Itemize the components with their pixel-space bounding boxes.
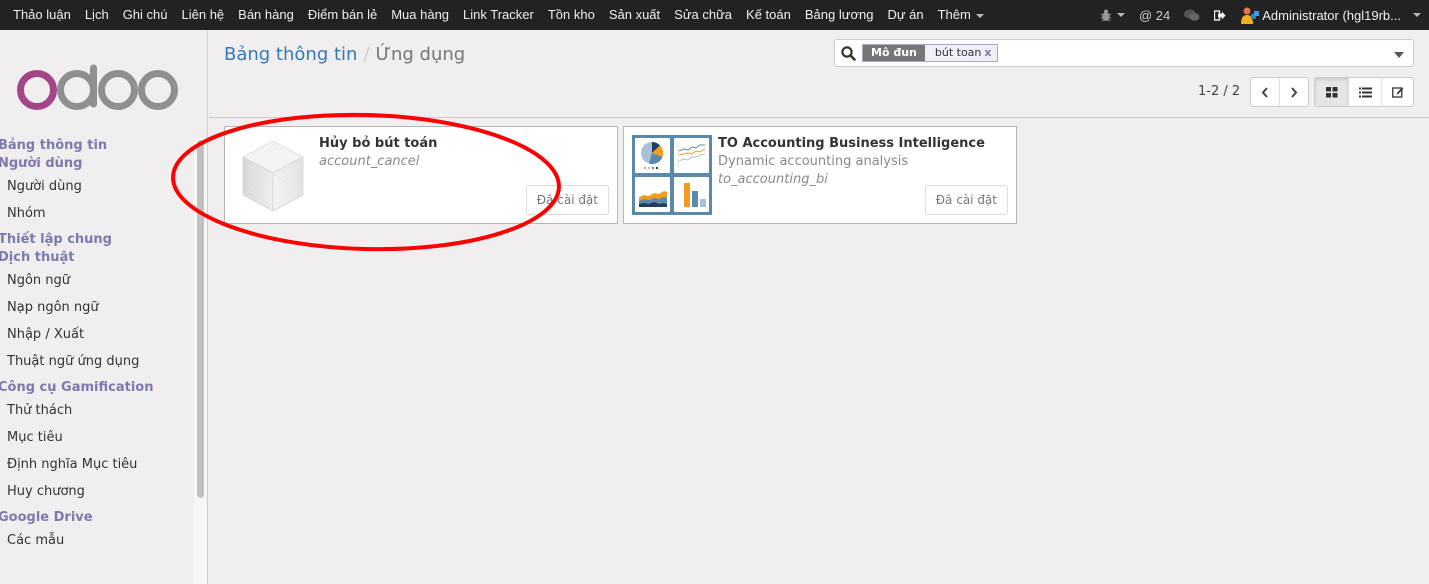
control-panel: Bảng thông tin / Ứng dụng Mô đun bút toan x…	[209, 30, 1429, 118]
menu-link-tracker[interactable]: Link Tracker	[456, 0, 541, 30]
pager-next-button[interactable]	[1279, 78, 1308, 106]
facet-remove-button[interactable]: x	[984, 46, 991, 59]
menu-more[interactable]: Thêm	[931, 0, 991, 30]
chevron-right-icon	[1291, 86, 1298, 98]
search-icon	[841, 46, 856, 61]
facet-value: bút toan x	[924, 45, 997, 61]
installed-button[interactable]: Đã cài đặt	[525, 185, 609, 215]
odoo-logo-icon	[17, 64, 178, 110]
installed-button[interactable]: Đã cài đặt	[924, 185, 1008, 215]
module-technical-name: account_cancel	[319, 154, 420, 169]
menu-purchase[interactable]: Mua hàng	[384, 0, 456, 30]
systray: @ 24 Administrator (hgl19rb...	[1086, 0, 1421, 30]
menu-notes[interactable]: Ghi chú	[116, 0, 175, 30]
module-title: Hủy bỏ bút toán	[319, 136, 438, 151]
odoo-logo[interactable]	[14, 60, 184, 116]
main-menu: Thảo luận Lịch Ghi chú Liên hệ Bán hàng …	[6, 0, 991, 30]
menu-project[interactable]: Dự án	[880, 0, 930, 30]
top-navbar: Thảo luận Lịch Ghi chú Liên hệ Bán hàng …	[0, 0, 1429, 30]
module-card[interactable]: Hủy bỏ bút toán account_cancel Đã cài đặ…	[224, 126, 618, 224]
logout-button[interactable]	[1214, 9, 1226, 21]
chevron-down-icon	[975, 13, 984, 18]
breadcrumb: Bảng thông tin / Ứng dụng	[224, 44, 465, 65]
search-options-toggle[interactable]	[1394, 52, 1404, 58]
pager-buttons	[1250, 77, 1309, 107]
sidebar-scrollbar[interactable]	[194, 138, 207, 584]
mentions-counter[interactable]: @ 24	[1139, 8, 1170, 23]
menu-sales[interactable]: Bán hàng	[231, 0, 301, 30]
sidebar-item-import-export[interactable]: Nhập / Xuất	[0, 321, 196, 348]
kanban-grid-icon	[1325, 86, 1337, 97]
user-name: Administrator (hgl19rb...	[1262, 7, 1401, 23]
sidebar-item-challenges[interactable]: Thử thách	[0, 397, 196, 424]
menu-inventory[interactable]: Tồn kho	[541, 0, 602, 30]
sidebar-header-translations: Dịch thuật	[0, 250, 75, 265]
chevron-left-icon	[1261, 86, 1268, 98]
chevron-down-icon	[1116, 13, 1125, 17]
pager-previous-button[interactable]	[1251, 78, 1279, 106]
chevron-down-icon	[1413, 13, 1421, 17]
breadcrumb-dashboard[interactable]: Bảng thông tin	[224, 44, 357, 65]
bug-icon	[1100, 9, 1112, 21]
module-card[interactable]: TO Accounting Business Intelligence Dyna…	[623, 126, 1017, 224]
user-menu[interactable]: Administrator (hgl19rb...	[1240, 6, 1421, 24]
sidebar-item-badges[interactable]: Huy chương	[0, 478, 196, 505]
form-view-button[interactable]	[1381, 78, 1413, 106]
sidebar-item-load-language[interactable]: Nạp ngôn ngữ	[0, 294, 196, 321]
list-icon	[1358, 87, 1372, 97]
sidebar-nav: Bảng thông tin Người dùng Người dùng Nhó…	[0, 137, 196, 554]
sign-out-icon	[1214, 9, 1226, 21]
sidebar-header-google-drive: Google Drive	[0, 510, 93, 525]
menu-accounting[interactable]: Kế toán	[739, 0, 798, 30]
charts-icon	[632, 135, 712, 215]
edit-icon	[1391, 87, 1403, 98]
breadcrumb-current: Ứng dụng	[375, 44, 466, 65]
view-switcher	[1314, 77, 1414, 107]
list-view-button[interactable]	[1348, 78, 1381, 106]
scrollbar-thumb[interactable]	[197, 140, 204, 498]
sidebar: Bảng thông tin Người dùng Người dùng Nhó…	[0, 30, 208, 584]
menu-contacts[interactable]: Liên hệ	[175, 0, 232, 30]
sidebar-header-general-settings[interactable]: Thiết lập chung	[0, 231, 196, 249]
breadcrumb-separator: /	[363, 44, 370, 65]
chat-bubbles-icon	[1184, 9, 1200, 21]
module-summary: Dynamic accounting analysis	[718, 154, 909, 169]
menu-manufacturing[interactable]: Sản xuất	[602, 0, 667, 30]
menu-more-label: Thêm	[937, 7, 971, 22]
module-technical-name: to_accounting_bi	[718, 172, 828, 187]
menu-repairs[interactable]: Sửa chữa	[667, 0, 739, 30]
menu-calendar[interactable]: Lịch	[78, 0, 116, 30]
chat-button[interactable]	[1184, 9, 1200, 22]
pager-value: 1-2 / 2	[1198, 84, 1241, 99]
sidebar-header-users: Người dùng	[0, 156, 83, 171]
menu-payroll[interactable]: Bảng lương	[798, 0, 881, 30]
user-avatar-icon	[1241, 7, 1260, 24]
facet-label: Mô đun	[863, 45, 925, 61]
facet-value-text: bút toan	[934, 46, 982, 59]
sidebar-item-goals[interactable]: Mục tiêu	[0, 424, 196, 451]
default-module-cube-icon	[242, 140, 304, 212]
sidebar-header-gamification: Công cụ Gamification	[0, 380, 154, 395]
search-bar[interactable]: Mô đun bút toan x	[834, 39, 1414, 67]
sidebar-item-users[interactable]: Người dùng	[0, 173, 196, 200]
sidebar-item-languages[interactable]: Ngôn ngữ	[0, 267, 196, 294]
menu-pos[interactable]: Điểm bán lẻ	[301, 0, 384, 30]
module-title: TO Accounting Business Intelligence	[718, 136, 985, 151]
sidebar-header-dashboard[interactable]: Bảng thông tin	[0, 137, 196, 155]
sidebar-item-templates[interactable]: Các mẫu	[0, 527, 196, 554]
search-facet: Mô đun bút toan x	[862, 44, 998, 62]
kanban-view-button[interactable]	[1315, 78, 1348, 106]
debug-menu[interactable]	[1100, 9, 1125, 22]
sidebar-item-goal-definitions[interactable]: Định nghĩa Mục tiêu	[0, 451, 196, 478]
sidebar-item-groups[interactable]: Nhóm	[0, 200, 196, 227]
sidebar-item-application-terms[interactable]: Thuật ngữ ứng dụng	[0, 348, 196, 375]
menu-discuss[interactable]: Thảo luận	[6, 0, 78, 30]
